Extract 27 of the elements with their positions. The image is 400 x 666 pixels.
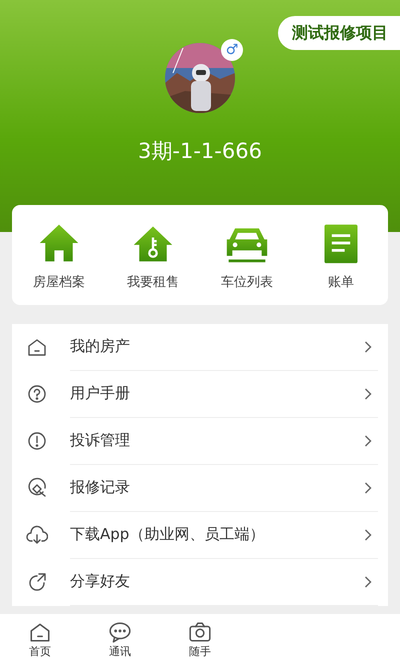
chevron-right-icon (364, 340, 372, 352)
chevron-right-icon (364, 576, 372, 588)
cloud-download-icon (26, 524, 48, 546)
chevron-right-icon (364, 528, 372, 540)
chevron-right-icon (364, 434, 372, 446)
menu-item[interactable]: 用户手册 (70, 382, 364, 405)
room-number: 3期-1-1-666 (137, 138, 263, 165)
camera-icon (188, 620, 212, 644)
chevron-right-icon (364, 482, 372, 494)
exclamation-icon (26, 430, 48, 452)
menu-item[interactable]: 下载App（助业网、员工端） (70, 523, 364, 546)
shortcut-label[interactable]: 账单 (328, 273, 354, 292)
menu-item[interactable]: 分享好友 (70, 570, 364, 593)
tab-item[interactable]: 随手 (160, 614, 240, 666)
question-icon (26, 382, 48, 404)
menu-item[interactable]: 报修记录 (70, 476, 364, 499)
shortcut-label[interactable]: 我要租售 (127, 273, 179, 292)
project-button[interactable]: 测试报修项目 (278, 16, 400, 50)
menu-item[interactable]: 我的房产 (70, 335, 364, 358)
menu-item[interactable]: 投诉管理 (70, 429, 364, 452)
tab-item[interactable]: 通讯 (80, 614, 160, 666)
shortcut-label[interactable]: 车位列表 (221, 273, 273, 292)
chat-bubble-icon (108, 620, 132, 644)
tab-item[interactable]: 首页 (0, 614, 80, 666)
shortcut-label[interactable]: 房屋档案 (33, 273, 85, 292)
gender-badge: ♂ (221, 39, 243, 61)
chevron-right-icon (364, 388, 372, 400)
